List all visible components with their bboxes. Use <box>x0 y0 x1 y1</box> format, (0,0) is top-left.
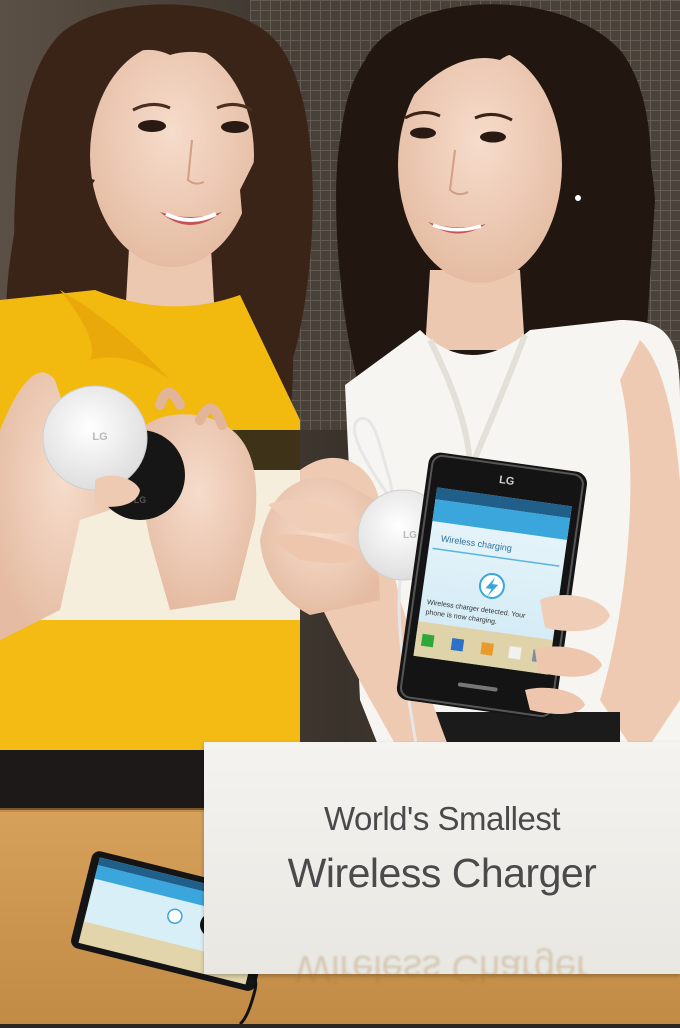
product-sign: World's Smallest Wireless Charger <box>204 742 680 974</box>
right-woman-eye-right <box>480 131 506 143</box>
phone-app-icon-3 <box>480 642 494 656</box>
phone-logo: LG <box>498 474 515 488</box>
sign-reflection: Wireless Charger <box>295 947 589 989</box>
left-woman-eye-left <box>138 120 166 132</box>
handheld-charger-logo: LG <box>403 530 417 541</box>
sign-line-1: World's Smallest <box>323 800 561 837</box>
phone-app-icon-2 <box>450 637 465 652</box>
sign-line-2: Wireless Charger <box>287 850 597 896</box>
right-woman-eye-left <box>410 127 436 139</box>
phone-app-icon-4 <box>508 646 522 660</box>
left-woman-face <box>90 43 254 267</box>
left-woman-eye-right <box>221 121 249 133</box>
right-woman-earring <box>575 195 581 201</box>
left-woman-sweater-stripe-yellow <box>0 620 300 760</box>
photo-scene: LG LG LG Wireless charging Wireless char… <box>0 0 680 1026</box>
white-charger-logo: LG <box>92 431 107 443</box>
phone-app-icon-1 <box>420 633 435 648</box>
